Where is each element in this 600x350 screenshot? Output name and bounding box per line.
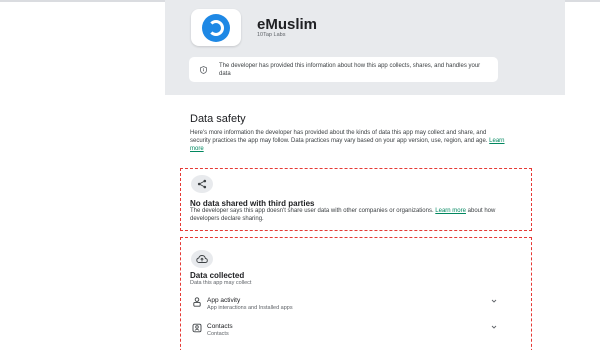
contacts-sublabel: Contacts: [207, 331, 229, 337]
app-activity-icon: [193, 297, 201, 307]
shield-info-icon: [200, 66, 207, 74]
app-activity-label: App activity: [207, 297, 241, 304]
app-name[interactable]: eMuslim: [257, 16, 317, 33]
data-type-row-app-activity[interactable]: App activity App interactions and Instal…: [190, 296, 500, 314]
app-header: eMuslim 10Tap Labs The developer has pro…: [165, 0, 565, 95]
share-icon: [191, 175, 213, 193]
chevron-down-icon[interactable]: [490, 323, 498, 331]
data-type-row-contacts[interactable]: Contacts Contacts: [190, 322, 500, 340]
chevron-down-icon[interactable]: [490, 297, 498, 305]
no-data-shared-text: The developer says this app doesn't shar…: [190, 208, 434, 214]
developer-info-card: The developer has provided this informat…: [189, 57, 498, 82]
app-logo-icon[interactable]: [191, 9, 241, 46]
contacts-icon: [192, 323, 202, 333]
developer-info-text: The developer has provided this informat…: [219, 63, 481, 77]
data-safety-title: Data safety: [190, 113, 246, 125]
no-data-shared-title: No data shared with third parties: [190, 199, 315, 208]
data-collected-title: Data collected: [190, 271, 245, 280]
developer-name[interactable]: 10Tap Labs: [257, 32, 285, 38]
data-safety-description-text: Here's more information the developer ha…: [190, 130, 488, 144]
data-safety-description: Here's more information the developer ha…: [190, 130, 505, 153]
data-collected-subtitle: Data this app may collect: [190, 280, 252, 286]
no-data-shared-description: The developer says this app doesn't shar…: [190, 208, 502, 224]
contacts-label: Contacts: [207, 323, 233, 330]
sharing-learn-more-link[interactable]: Learn more: [435, 208, 466, 214]
app-activity-sublabel: App interactions and Installed apps: [207, 305, 293, 311]
cloud-upload-icon: [191, 250, 213, 268]
